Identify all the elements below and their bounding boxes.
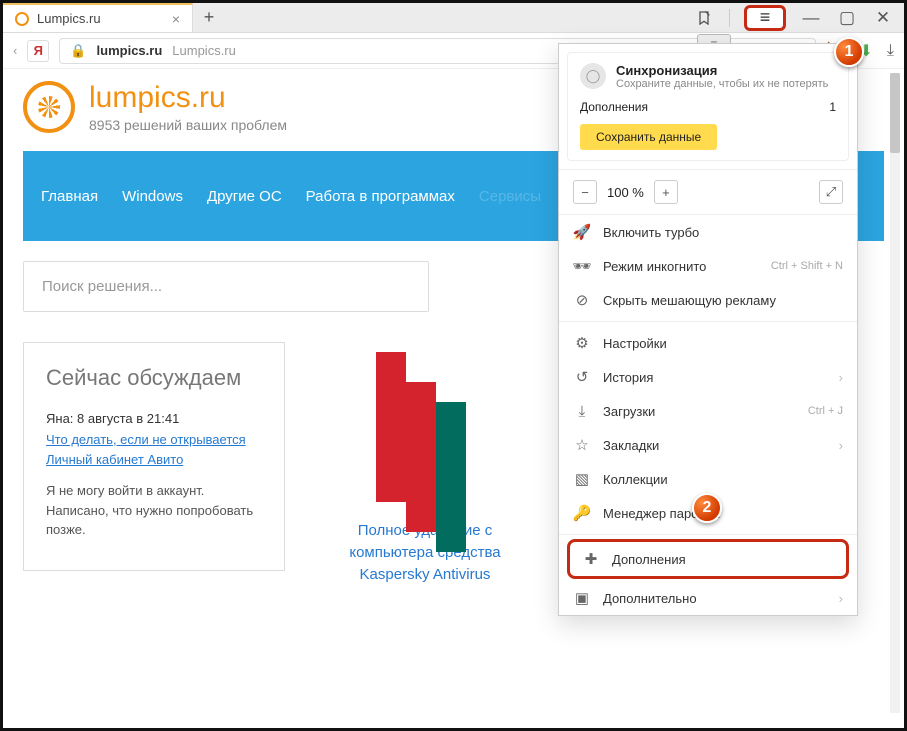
separator — [559, 321, 857, 322]
scrollbar-thumb[interactable] — [890, 73, 900, 153]
window-controls: ≡ ― ▢ ✕ — [683, 3, 904, 32]
comment-body: Я не могу войти в аккаунт. Написано, что… — [46, 481, 262, 540]
menu-label: История — [603, 370, 653, 385]
sync-card: ◯ Синхронизация Сохраните данные, чтобы … — [567, 52, 849, 161]
menu-collections[interactable]: ▧ Коллекции — [559, 462, 857, 496]
rocket-icon: 🚀 — [573, 223, 591, 241]
favicon-icon — [15, 12, 29, 26]
tab-title: Lumpics.ru — [37, 11, 164, 26]
menu-settings[interactable]: ⚙ Настройки — [559, 326, 857, 360]
puzzle-icon: ✚ — [582, 550, 600, 568]
site-tagline: 8953 решений ваших проблем — [89, 117, 287, 133]
menu-label: Включить турбо — [603, 225, 699, 240]
chevron-right-icon: › — [839, 370, 843, 385]
gear-icon: ⚙ — [573, 334, 591, 352]
sync-title: Синхронизация — [616, 63, 828, 78]
url-domain: lumpics.ru — [97, 43, 163, 58]
profile-icon: ◯ — [580, 63, 606, 89]
menu-more[interactable]: ▣ Дополнительно › — [559, 581, 857, 615]
new-tab-button[interactable]: + — [193, 3, 225, 32]
bookmark-reader-icon[interactable] — [693, 7, 715, 29]
separator — [729, 9, 730, 27]
yandex-home-button[interactable]: Я — [27, 40, 49, 62]
shortcut: Ctrl + Shift + N — [771, 260, 843, 272]
fullscreen-button[interactable]: ⤢ — [819, 180, 843, 204]
clock-icon: ↺ — [573, 368, 591, 386]
vertical-scrollbar[interactable] — [890, 73, 900, 713]
menu-label: Загрузки — [603, 404, 655, 419]
thumb-kaspersky-icon — [315, 342, 535, 512]
nav-windows[interactable]: Windows — [122, 174, 183, 219]
tabstrip: Lumpics.ru × + ≡ ― ▢ ✕ — [3, 3, 904, 33]
lock-icon: 🔒 — [70, 43, 86, 59]
separator — [559, 534, 857, 535]
nav-services[interactable]: Сервисы — [479, 174, 541, 219]
zoom-level: 100 % — [607, 185, 644, 200]
zoom-in-button[interactable]: + — [654, 180, 678, 204]
sync-subtitle: Сохраните данные, чтобы их не потерять — [616, 78, 828, 90]
minimize-icon[interactable]: ― — [800, 7, 822, 29]
menu-label: Настройки — [603, 336, 667, 351]
nav-apps[interactable]: Работа в программах — [306, 174, 455, 219]
back-icon[interactable]: ‹ — [13, 43, 17, 58]
zoom-row: − 100 % + ⤢ — [559, 169, 857, 215]
close-icon[interactable]: × — [172, 11, 180, 27]
menu-history[interactable]: ↺ История › — [559, 360, 857, 394]
key-icon: 🔑 — [573, 504, 591, 522]
chevron-right-icon: › — [839, 438, 843, 453]
menu-bookmarks[interactable]: ☆ Закладки › — [559, 428, 857, 462]
menu-incognito[interactable]: 🕶 Режим инкогнито Ctrl + Shift + N — [559, 249, 857, 283]
highlight-addons: ✚ Дополнения — [567, 539, 849, 579]
maximize-icon[interactable]: ▢ — [836, 7, 858, 29]
collection-icon: ▧ — [573, 470, 591, 488]
logo-icon — [23, 81, 75, 133]
menu-button[interactable]: ≡ — [744, 5, 786, 31]
download-icon: ⤓ — [573, 402, 591, 420]
url-title: Lumpics.ru — [172, 43, 236, 58]
sync-save-button[interactable]: Сохранить данные — [580, 124, 717, 150]
menu-addons[interactable]: ✚ Дополнения — [574, 546, 842, 572]
menu-turbo[interactable]: 🚀 Включить турбо — [559, 215, 857, 249]
comment-meta: Яна: 8 августа в 21:41 — [46, 411, 262, 426]
comment-link[interactable]: Что делать, если не открывается Личный к… — [46, 430, 262, 469]
callout-2: 2 — [692, 493, 722, 523]
nav-other-os[interactable]: Другие ОС — [207, 174, 282, 219]
menu-label: Коллекции — [603, 472, 668, 487]
callout-1: 1 — [834, 37, 864, 67]
menu-label: Закладки — [603, 438, 659, 453]
nav-home[interactable]: Главная — [41, 174, 98, 219]
browser-window: Lumpics.ru × + ≡ ― ▢ ✕ ‹ Я 🔒 lumpics.ru … — [0, 0, 907, 731]
menu-adblock[interactable]: ⊘ Скрыть мешающую рекламу — [559, 283, 857, 317]
article-card-kaspersky[interactable]: Полное удаление с компьютера средства Ka… — [315, 342, 535, 585]
sync-addons-count: 1 — [829, 100, 836, 114]
close-window-icon[interactable]: ✕ — [872, 7, 894, 29]
discuss-widget: Сейчас обсуждаем Яна: 8 августа в 21:41 … — [23, 342, 285, 571]
main-menu: ◯ Синхронизация Сохраните данные, чтобы … — [558, 43, 858, 616]
menu-label: Режим инкогнито — [603, 259, 706, 274]
discuss-heading: Сейчас обсуждаем — [46, 365, 262, 391]
more-icon: ▣ — [573, 589, 591, 607]
menu-downloads[interactable]: ⤓ Загрузки Ctrl + J — [559, 394, 857, 428]
chevron-right-icon: › — [839, 591, 843, 606]
block-icon: ⊘ — [573, 291, 591, 309]
downloads-icon[interactable]: ⤓ — [887, 42, 894, 60]
menu-label: Скрыть мешающую рекламу — [603, 293, 776, 308]
zoom-out-button[interactable]: − — [573, 180, 597, 204]
menu-label: Дополнительно — [603, 591, 697, 606]
site-name[interactable]: lumpics.ru — [89, 81, 287, 115]
mask-icon: 🕶 — [573, 257, 591, 275]
search-input[interactable]: Поиск решения... — [23, 261, 429, 312]
menu-label: Дополнения — [612, 552, 686, 567]
star-icon: ☆ — [573, 436, 591, 454]
tab-lumpics[interactable]: Lumpics.ru × — [3, 3, 193, 32]
shortcut: Ctrl + J — [808, 405, 843, 417]
sync-addons-label: Дополнения — [580, 100, 648, 114]
